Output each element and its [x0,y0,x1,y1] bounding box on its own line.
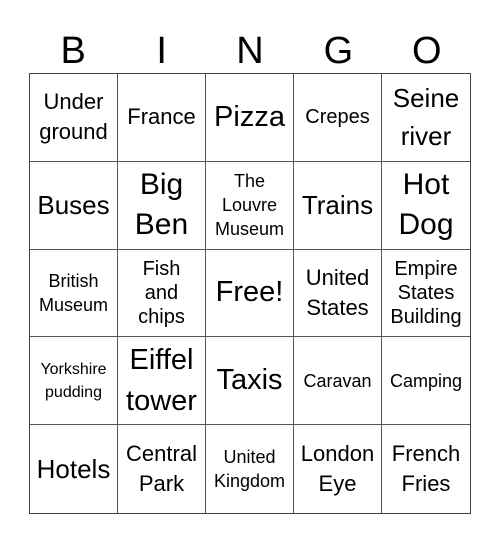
bingo-cell[interactable]: Camping [382,337,470,426]
bingo-cell[interactable]: Central Park [118,425,206,513]
bingo-header: B I N G O [29,28,471,74]
bingo-cell[interactable]: United States [294,249,382,338]
header-letter-i: I [156,30,167,72]
bingo-cell[interactable]: Hotels [30,425,118,513]
bingo-cell[interactable]: Fish and chips [118,249,206,338]
header-letter-g: G [323,30,354,72]
header-letter-o: O [412,30,442,72]
bingo-cell[interactable]: Trains [294,161,382,250]
bingo-cell[interactable]: Eiffel tower [118,337,206,426]
bingo-cell[interactable]: United Kingdom [206,425,294,513]
bingo-cell[interactable]: Pizza [206,74,294,162]
header-letter-n: N [236,30,264,72]
bingo-cell[interactable]: Seine river [382,74,470,162]
bingo-cell[interactable]: Big Ben [118,161,206,250]
header-letter-b: B [60,30,86,72]
bingo-cell[interactable]: Hot Dog [382,162,470,250]
bingo-cell[interactable]: Caravan [294,337,382,426]
bingo-cell[interactable]: Under ground [30,74,118,162]
bingo-cell[interactable]: French Fries [382,425,470,513]
bingo-cell[interactable]: London Eye [294,425,382,513]
bingo-cell[interactable]: France [118,74,206,162]
bingo-card: Under ground France Pizza Crepes Seine r… [29,73,471,514]
bingo-cell[interactable]: The Louvre Museum [206,161,294,250]
bingo-cell[interactable]: British Museum [30,249,118,338]
free-space[interactable]: Free! [206,249,294,338]
bingo-cell[interactable]: Taxis [206,337,294,426]
bingo-cell[interactable]: Empire States Building [382,250,470,338]
bingo-cell[interactable]: Yorkshire pudding [30,337,118,426]
bingo-cell[interactable]: Crepes [294,74,382,162]
bingo-cell[interactable]: Buses [30,161,118,250]
